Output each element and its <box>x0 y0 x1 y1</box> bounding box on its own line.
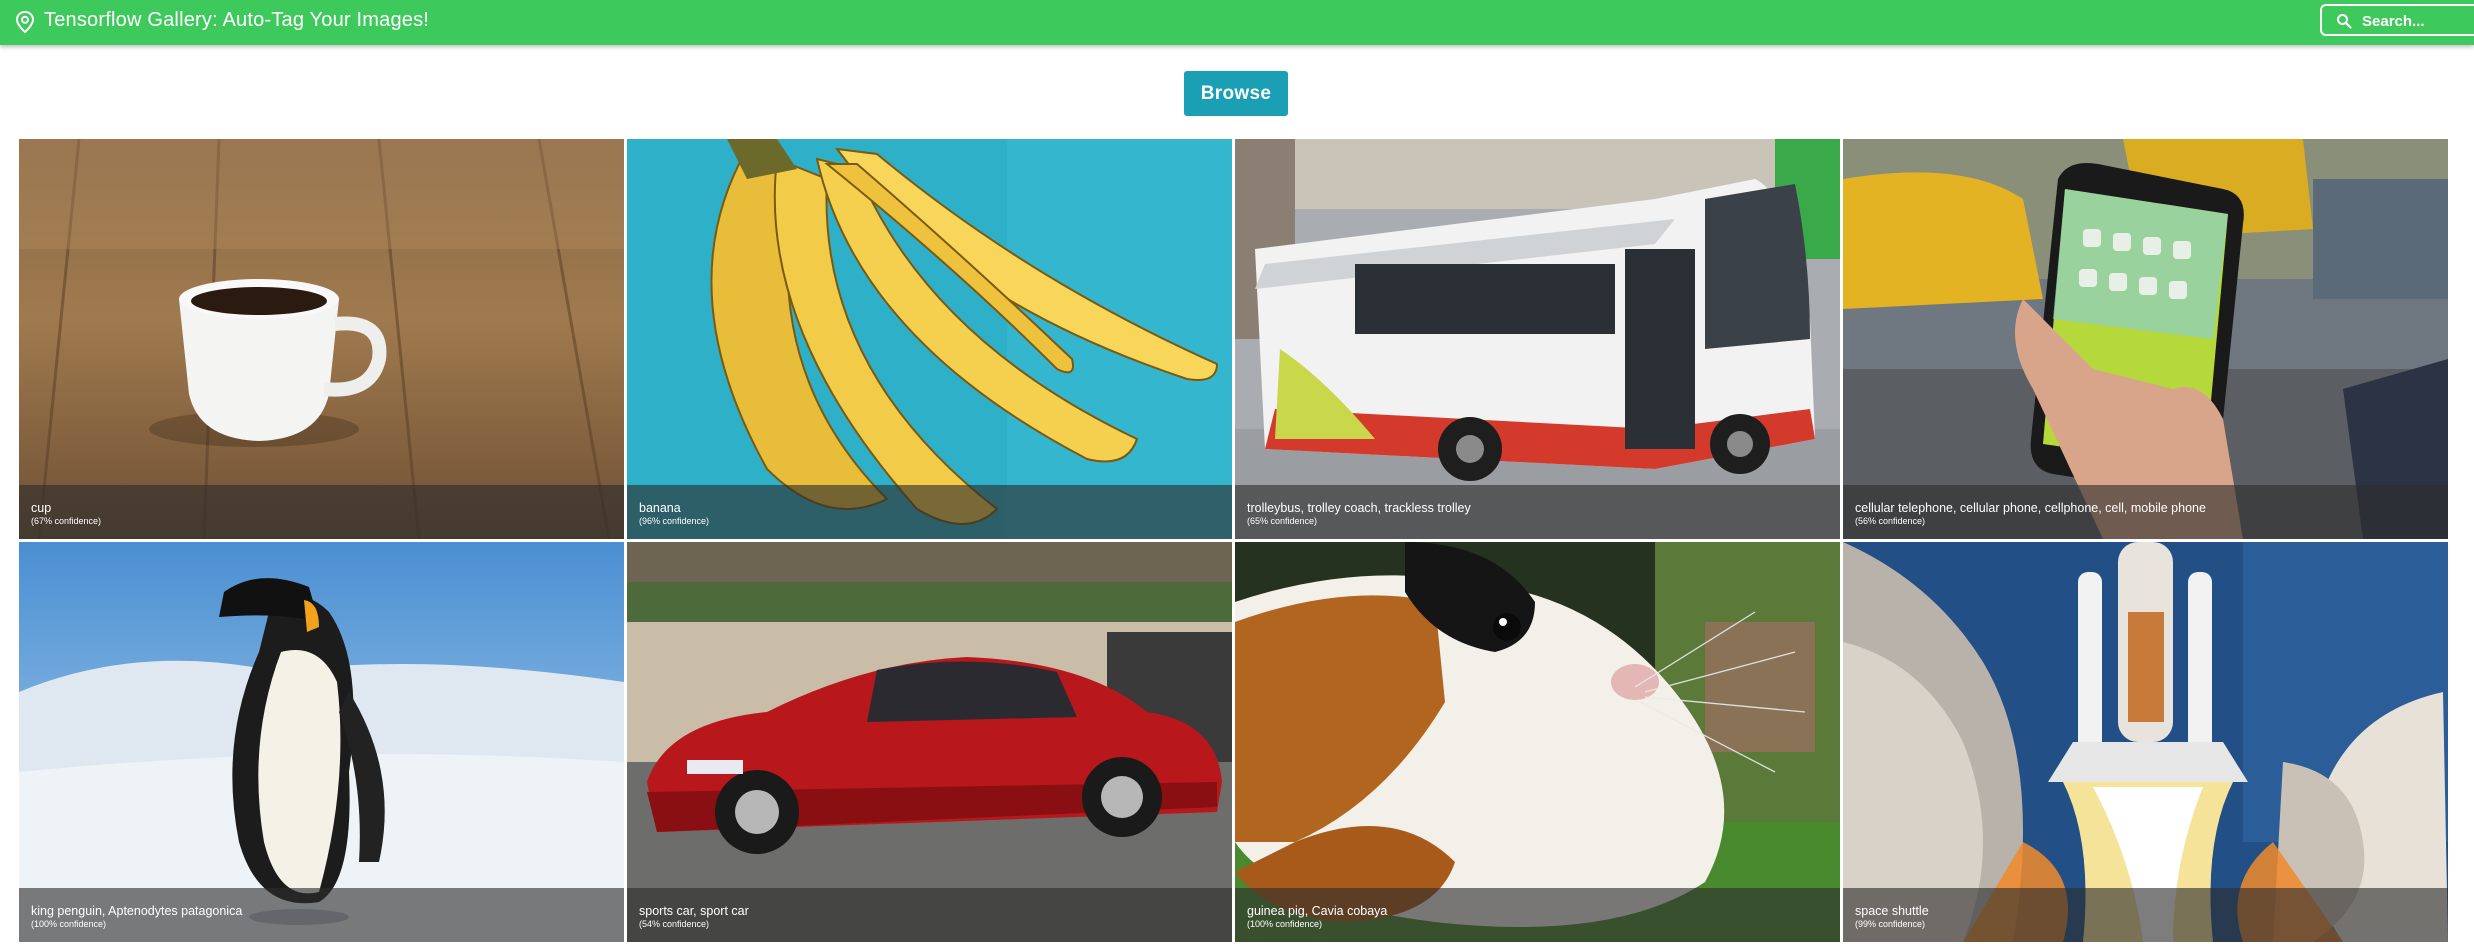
sports-car-image <box>627 542 1232 942</box>
tile-caption: king penguin, Aptenodytes patagonica (10… <box>19 888 624 942</box>
top-app-bar: Tensorflow Gallery: Auto-Tag Your Images… <box>0 0 2474 45</box>
tile-label: guinea pig, Cavia cobaya <box>1247 904 1388 918</box>
tile-confidence: (96% confidence) <box>639 516 710 526</box>
tile-caption: cup (67% confidence) <box>19 485 624 539</box>
gallery-tile[interactable]: cup (67% confidence) <box>19 139 624 539</box>
tile-label: king penguin, Aptenodytes patagonica <box>31 904 243 918</box>
space-shuttle-image <box>1843 542 2448 942</box>
tile-confidence: (100% confidence) <box>31 919 107 929</box>
tile-caption: sports car, sport car (54% confidence) <box>627 888 1232 942</box>
tile-caption: trolleybus, trolley coach, trackless tro… <box>1235 485 1840 539</box>
tile-label: sports car, sport car <box>639 904 749 918</box>
tile-confidence: (67% confidence) <box>31 516 102 526</box>
cellphone-image <box>1843 139 2448 539</box>
tile-label: cup <box>31 501 52 515</box>
search-input[interactable] <box>2360 9 2474 33</box>
gallery-tile[interactable]: cellular telephone, cellular phone, cell… <box>1843 139 2448 539</box>
tile-caption: guinea pig, Cavia cobaya (100% confidenc… <box>1235 888 1840 942</box>
browse-button[interactable]: Browse <box>1184 71 1288 116</box>
banana-image <box>627 139 1232 539</box>
search-box[interactable] <box>2320 4 2474 36</box>
app-title: Tensorflow Gallery: Auto-Tag Your Images… <box>44 9 430 31</box>
tile-confidence: (56% confidence) <box>1855 516 1926 526</box>
tile-confidence: (54% confidence) <box>639 919 710 929</box>
gallery-tile[interactable]: king penguin, Aptenodytes patagonica (10… <box>19 542 624 942</box>
cup-image <box>19 139 624 539</box>
tile-confidence: (99% confidence) <box>1855 919 1926 929</box>
gallery-tile[interactable]: guinea pig, Cavia cobaya (100% confidenc… <box>1235 542 1840 942</box>
map-pin-icon <box>15 10 35 34</box>
trolleybus-image <box>1235 139 1840 539</box>
tile-label: trolleybus, trolley coach, trackless tro… <box>1247 501 1471 515</box>
guinea-pig-image <box>1235 542 1840 942</box>
tile-caption: cellular telephone, cellular phone, cell… <box>1843 485 2448 539</box>
search-icon <box>2337 14 2352 29</box>
penguin-image <box>19 542 624 942</box>
tile-confidence: (65% confidence) <box>1247 516 1318 526</box>
tile-label: banana <box>639 501 681 515</box>
tile-caption: space shuttle (99% confidence) <box>1843 888 2448 942</box>
gallery-tile[interactable]: trolleybus, trolley coach, trackless tro… <box>1235 139 1840 539</box>
gallery-tile[interactable]: space shuttle (99% confidence) <box>1843 542 2448 942</box>
tile-label: cellular telephone, cellular phone, cell… <box>1855 501 2206 515</box>
gallery-tile[interactable]: banana (96% confidence) <box>627 139 1232 539</box>
gallery-tile[interactable]: sports car, sport car (54% confidence) <box>627 542 1232 942</box>
tile-label: space shuttle <box>1855 904 1929 918</box>
tile-caption: banana (96% confidence) <box>627 485 1232 539</box>
tile-confidence: (100% confidence) <box>1247 919 1323 929</box>
